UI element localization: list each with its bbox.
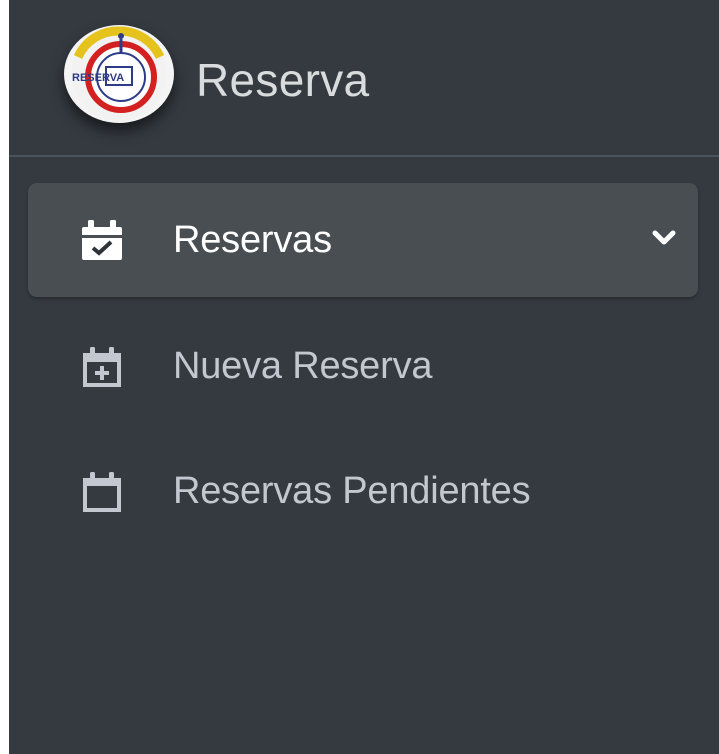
calendar-icon: [80, 469, 124, 513]
reserva-logo-icon: RESERVA: [72, 26, 166, 121]
sidebar-item-label: Nueva Reserva: [173, 345, 433, 387]
page-edge: [0, 0, 9, 754]
sidebar-item-reservas-pendientes[interactable]: Reservas Pendientes: [28, 434, 698, 548]
app-frame: RESERVA Reserva Reservas Nueva Reserva R…: [0, 0, 719, 754]
brand-logo: RESERVA: [64, 25, 174, 123]
brand-title: Reserva: [196, 54, 370, 106]
sidebar-item-reservas[interactable]: Reservas: [28, 183, 698, 297]
sidebar-item-label: Reservas Pendientes: [173, 470, 531, 512]
sidebar-item-nueva-reserva[interactable]: Nueva Reserva: [28, 309, 698, 423]
calendar-check-icon: [80, 218, 124, 262]
chevron-down-icon[interactable]: [652, 226, 676, 250]
sidebar-item-label: Reservas: [173, 219, 332, 261]
svg-text:RESERVA: RESERVA: [72, 72, 124, 84]
brand-link[interactable]: RESERVA Reserva: [9, 0, 719, 157]
calendar-plus-icon: [80, 344, 124, 388]
